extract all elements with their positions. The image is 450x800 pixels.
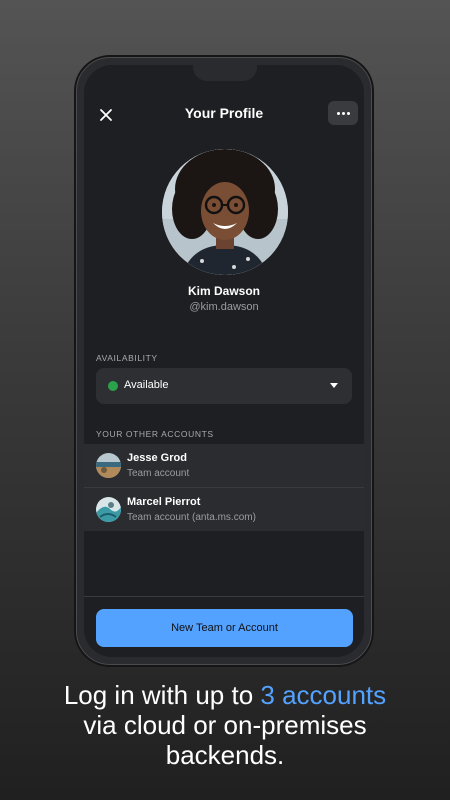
profile-avatar[interactable] [162,149,288,275]
availability-dropdown[interactable]: Available [96,368,352,404]
more-horizontal-icon [336,111,350,115]
phone-frame: Your Profile Kim Dawson @kim.dawson AVAI… [76,57,372,665]
account-item-jesse-grod[interactable]: Jesse Grod Team account [84,444,364,487]
page-title: Your Profile [184,105,264,121]
chevron-down-icon [330,383,338,388]
profile-name: Kim Dawson [187,284,260,298]
availability-label: AVAILABILITY [96,353,158,363]
other-accounts-label: YOUR OTHER ACCOUNTS [96,429,214,439]
promo-caption: Log in with up to 3 accounts via cloud o… [0,680,450,770]
app-screen: Your Profile Kim Dawson @kim.dawson AVAI… [84,65,364,657]
account-subtitle: Team account (anta.ms.com) [127,512,256,523]
divider [84,596,364,597]
phone-notch [193,65,257,81]
account-name: Jesse Grod [127,452,187,464]
caption-highlight: 3 accounts [260,680,387,710]
caption-line-3: backends. [165,740,285,770]
new-team-or-account-button[interactable]: New Team or Account [96,609,353,647]
account-item-marcel-pierrot[interactable]: Marcel Pierrot Team account (anta.ms.com… [84,488,364,531]
availability-value: Available [124,379,169,391]
status-available-icon [108,381,118,391]
account-name: Marcel Pierrot [127,496,201,508]
avatar [96,453,121,478]
caption-line-2: via cloud or on-premises [83,710,367,740]
profile-handle: @kim.dawson [189,301,259,313]
caption-line-1: Log in with up to 3 accounts [0,680,450,710]
account-subtitle: Team account [127,468,190,479]
avatar [96,497,121,522]
more-options-button[interactable] [328,101,358,125]
caption-text: Log in with up to [63,680,261,710]
profile-photo [162,149,288,275]
